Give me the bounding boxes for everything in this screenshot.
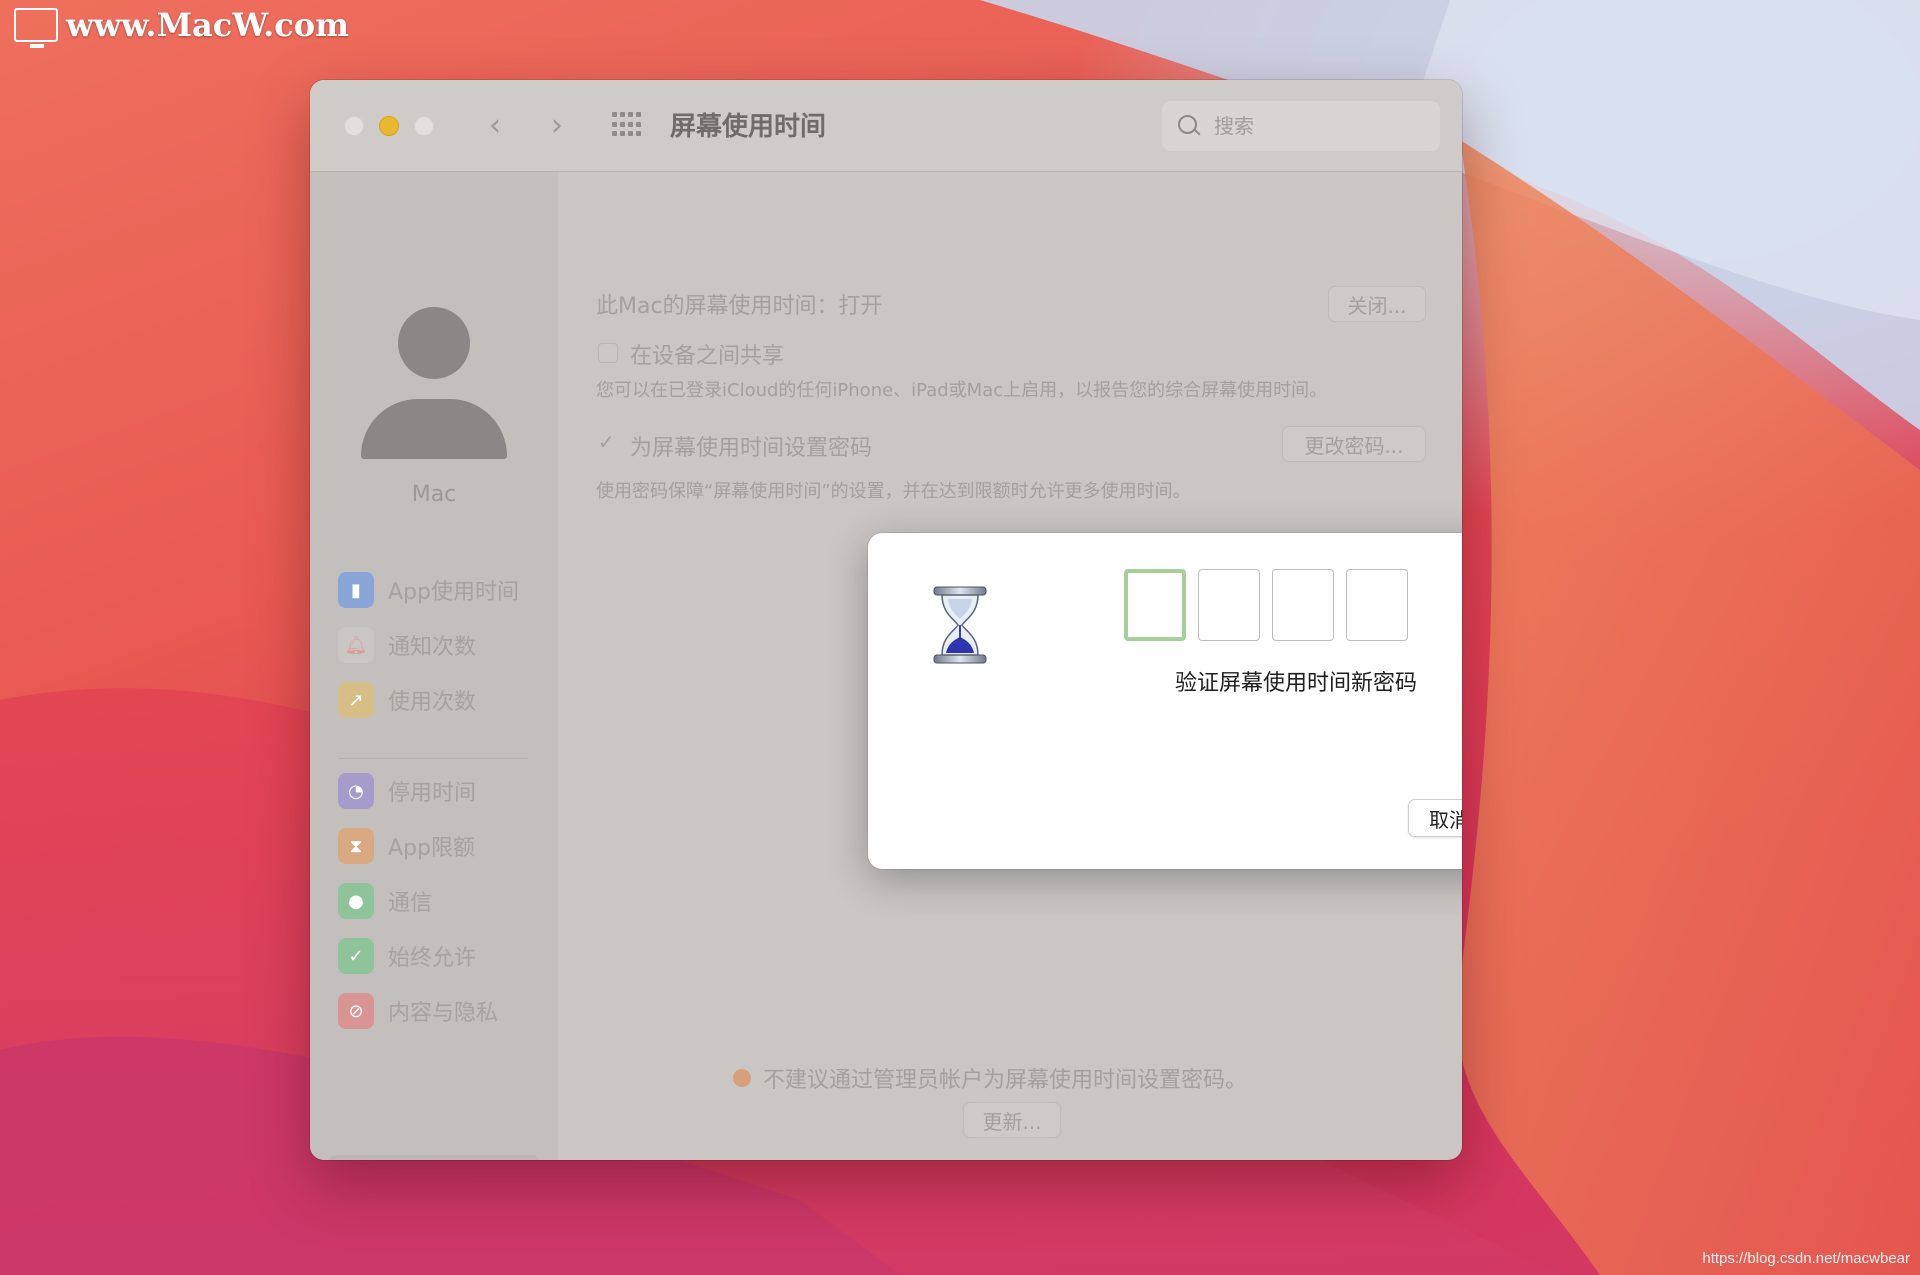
use-passcode-label: 为屏幕使用时间设置密码 — [630, 436, 873, 461]
watermark-text: www.MacW.com — [66, 6, 349, 44]
sidebar-item-app-limits[interactable]: ⧗ App限额 — [338, 826, 548, 866]
contacts-icon: ● — [338, 883, 374, 919]
window-title: 屏幕使用时间 — [670, 112, 827, 142]
hourglass-icon — [933, 586, 987, 664]
user-avatar — [361, 307, 507, 459]
sidebar-item-communication[interactable]: ● 通信 — [338, 881, 548, 921]
search-icon — [1178, 115, 1200, 137]
back-arrow-icon[interactable]: ‹ — [480, 108, 510, 143]
minimize-window-button[interactable] — [379, 116, 399, 136]
sidebar-item-pickups[interactable]: ↗ 使用次数 — [338, 680, 548, 720]
passcode-digit-1[interactable] — [1124, 569, 1186, 641]
user-name: Mac — [411, 482, 457, 507]
downtime-icon: ◔ — [338, 773, 374, 809]
warning-icon — [733, 1069, 751, 1087]
update-button[interactable]: 更新... — [963, 1102, 1061, 1138]
zoom-window-button[interactable] — [414, 116, 434, 136]
checkmark-icon: ✓ — [338, 938, 374, 974]
sidebar-item-content-privacy[interactable]: ⊘ 内容与隐私 — [338, 991, 548, 1031]
sidebar-options-button[interactable]: ••• 选项 1 — [328, 1155, 540, 1160]
system-preferences-window: ‹ › 屏幕使用时间 Mac ▮ App使用时间 🔔︎ 通知次数 ↗ 使用次数 — [310, 80, 1462, 1160]
passcode-digit-4[interactable] — [1346, 569, 1408, 641]
sidebar-item-always-allowed[interactable]: ✓ 始终允许 — [338, 936, 548, 976]
restricted-icon: ⊘ — [338, 993, 374, 1029]
passcode-digit-2[interactable] — [1198, 569, 1260, 641]
sidebar-divider — [338, 758, 528, 759]
change-passcode-button[interactable]: 更改密码... — [1282, 426, 1426, 462]
credit-url: https://blog.csdn.net/macwbear — [1702, 1250, 1910, 1267]
verify-passcode-dialog: 验证屏幕使用时间新密码 取消 — [868, 533, 1462, 869]
search-field[interactable] — [1162, 101, 1440, 151]
turn-off-button[interactable]: 关闭... — [1328, 286, 1426, 322]
passcode-digit-row — [1124, 569, 1408, 641]
use-passcode-checkbox[interactable]: ✓ — [598, 430, 615, 454]
monitor-logo-icon — [14, 8, 58, 48]
hourglass-icon: ⧗ — [338, 828, 374, 864]
passcode-digit-3[interactable] — [1272, 569, 1334, 641]
share-across-devices-checkbox[interactable] — [598, 343, 618, 363]
sidebar-item-app-usage[interactable]: ▮ App使用时间 — [338, 570, 548, 610]
watermark: www.MacW.com — [14, 6, 349, 48]
pickup-icon: ↗ — [338, 682, 374, 718]
passcode-description: 使用密码保障“屏幕使用时间”的设置，并在达到限额时允许更多使用时间。 — [596, 481, 1191, 502]
sidebar: Mac ▮ App使用时间 🔔︎ 通知次数 ↗ 使用次数 ◔ 停用时间 ⧗ Ap… — [310, 172, 558, 1160]
screen-time-status: 此Mac的屏幕使用时间：打开 — [596, 294, 883, 319]
bar-chart-icon: ▮ — [338, 572, 374, 608]
admin-warning: 不建议通过管理员帐户为屏幕使用时间设置密码。 — [733, 1062, 1247, 1094]
share-description: 您可以在已登录iCloud的任何iPhone、iPad或Mac上启用，以报告您的… — [596, 380, 1328, 401]
bell-icon: 🔔︎ — [338, 627, 374, 663]
show-all-grid-icon[interactable] — [612, 112, 642, 138]
forward-arrow-icon[interactable]: › — [542, 108, 572, 143]
sidebar-item-downtime[interactable]: ◔ 停用时间 — [338, 771, 548, 811]
share-across-devices-label: 在设备之间共享 — [630, 344, 785, 369]
close-window-button[interactable] — [344, 116, 364, 136]
sidebar-item-notifications[interactable]: 🔔︎ 通知次数 — [338, 625, 548, 665]
title-bar: ‹ › 屏幕使用时间 — [310, 80, 1462, 172]
admin-warning-text: 不建议通过管理员帐户为屏幕使用时间设置密码。 — [763, 1068, 1248, 1093]
search-input[interactable] — [1212, 113, 1416, 139]
cancel-button[interactable]: 取消 — [1408, 799, 1462, 837]
dialog-prompt: 验证屏幕使用时间新密码 — [1174, 671, 1417, 696]
